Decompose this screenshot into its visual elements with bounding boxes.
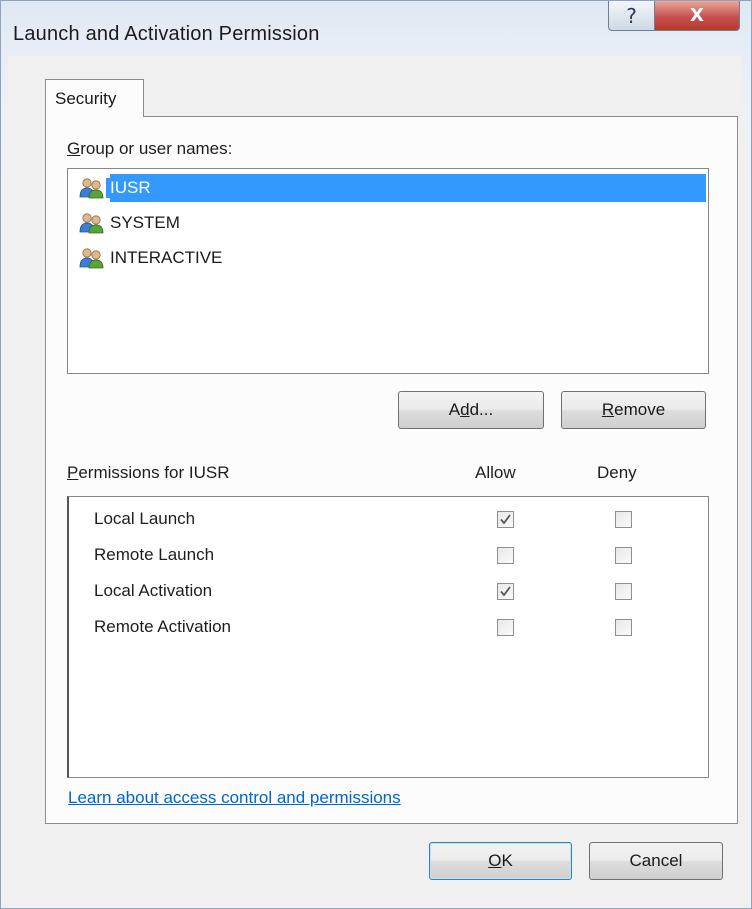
allow-checkbox-local-launch[interactable]: [497, 511, 514, 528]
remove-button-accesskey: R: [601, 400, 615, 419]
users-icon: [79, 248, 104, 269]
add-button-accesskey: d: [460, 400, 470, 419]
permission-remote-activation: Remote Activation: [94, 617, 232, 636]
close-icon: X: [690, 5, 704, 26]
allow-checkbox-remote-activation[interactable]: [497, 619, 514, 636]
permission-local-activation: Local Activation: [94, 581, 213, 600]
allow-checkbox-remote-launch[interactable]: [497, 547, 514, 564]
deny-checkbox-remote-activation[interactable]: [615, 619, 632, 636]
cancel-button[interactable]: Cancel: [589, 842, 723, 880]
users-icon: [79, 213, 104, 234]
permissions-label-text: ermissions for IUSR: [78, 463, 230, 482]
remove-button-label-rest: emove: [614, 400, 666, 419]
close-button[interactable]: X: [654, 1, 740, 31]
group-names-label: Group or user names:: [67, 139, 232, 159]
add-button[interactable]: Ad d...: [398, 391, 544, 429]
ok-button[interactable]: OK: [429, 842, 572, 880]
users-icon: [79, 178, 104, 199]
list-item-label: INTERACTIVE: [110, 248, 223, 267]
permission-remote-launch: Remote Launch: [94, 545, 215, 564]
ok-button-accesskey: O: [488, 851, 502, 870]
allow-checkbox-local-activation[interactable]: [497, 583, 514, 600]
permissions-accesskey: P: [67, 463, 79, 482]
group-user-listbox[interactable]: IUSR SYSTEM INTERACTIVE: [67, 168, 709, 374]
allow-column-header: Allow: [475, 463, 516, 482]
help-button[interactable]: ?: [608, 1, 655, 31]
deny-checkbox-remote-launch[interactable]: [615, 547, 632, 564]
deny-checkbox-local-launch[interactable]: [615, 511, 632, 528]
list-item-iusr[interactable]: IUSR: [78, 174, 706, 202]
list-item-label: IUSR: [106, 178, 151, 198]
ok-button-label-rest: K: [501, 851, 513, 870]
permission-local-launch: Local Launch: [94, 509, 196, 528]
list-item-system[interactable]: SYSTEM: [78, 209, 706, 237]
checkmark-icon: [500, 514, 511, 525]
group-names-label-text: roup or user names:: [80, 139, 233, 158]
checkmark-icon: [500, 586, 511, 597]
window-title: Launch and Activation Permission: [13, 23, 320, 45]
tab-security-label: Security: [55, 89, 117, 108]
add-button-label-a: A: [448, 400, 461, 419]
deny-column-header: Deny: [597, 463, 637, 482]
access-control-help-link[interactable]: Learn about access control and permissio…: [68, 788, 401, 808]
list-item-label: SYSTEM: [110, 213, 180, 232]
list-item-interactive[interactable]: INTERACTIVE: [78, 244, 706, 272]
tab-security[interactable]: Security: [45, 79, 144, 117]
help-icon: ?: [626, 3, 637, 28]
group-names-accesskey: G: [67, 139, 81, 158]
remove-button[interactable]: Remove: [561, 391, 706, 429]
permissions-label: Permissions for IUSR: [67, 463, 229, 483]
deny-checkbox-local-activation[interactable]: [615, 583, 632, 600]
add-button-label-rest: d...: [469, 400, 494, 419]
permissions-list: Local Launch Remote Launch Local Activat…: [67, 496, 709, 778]
